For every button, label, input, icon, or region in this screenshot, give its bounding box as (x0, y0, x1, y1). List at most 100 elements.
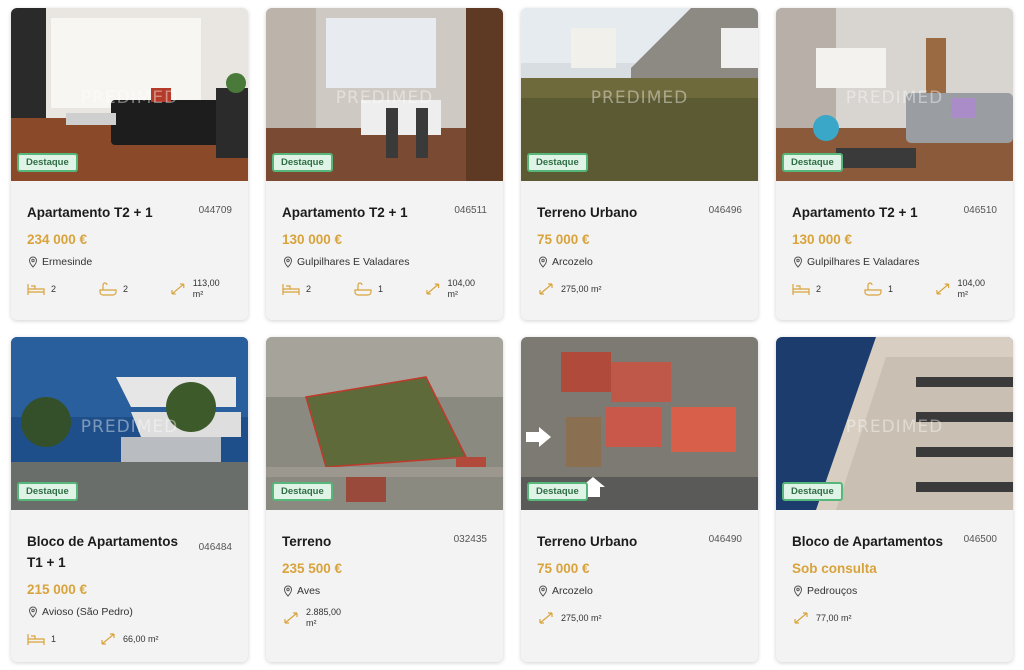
listing-card[interactable]: PREDIMED Destaque Apartamento T2 + 1 044… (11, 8, 248, 320)
watermark: PREDIMED (845, 416, 944, 437)
location-pin-icon (538, 585, 548, 597)
listing-price: 130 000 € (792, 232, 853, 247)
listing-title[interactable]: Apartamento T2 + 1 (792, 202, 918, 223)
baths-count: 1 (378, 283, 384, 294)
location-pin-icon (28, 256, 38, 268)
listing-photo[interactable]: PREDIMED Destaque (11, 337, 248, 510)
listing-ref: 046490 (708, 534, 742, 545)
featured-badge: Destaque (527, 481, 588, 501)
bathtub-icon (99, 282, 117, 296)
location-pin-icon (283, 585, 293, 597)
bed-icon (27, 634, 45, 645)
featured-badge: Destaque (17, 152, 78, 172)
area-arrows-icon (539, 612, 553, 624)
listing-card[interactable]: PREDIMED Destaque Bloco de Apartamentos … (11, 337, 248, 662)
beds-count: 1 (51, 633, 57, 644)
beds-count: 2 (51, 283, 57, 294)
listing-price: 130 000 € (282, 232, 343, 247)
listing-ref: 046484 (198, 542, 232, 553)
listing-photo[interactable]: PREDIMED Destaque (266, 8, 503, 181)
bed-icon (282, 284, 300, 295)
featured-badge: Destaque (782, 152, 843, 172)
listing-price: Sob consulta (792, 561, 877, 576)
listing-price: 234 000 € (27, 232, 88, 247)
listing-location: Aves (297, 585, 321, 597)
area-arrows-icon (101, 633, 115, 645)
area-arrows-icon (794, 612, 808, 624)
watermark: PREDIMED (80, 416, 179, 437)
location-pin-icon (793, 585, 803, 597)
featured-badge: Destaque (527, 152, 588, 172)
area-value: 66,00 m² (123, 633, 159, 644)
listing-title[interactable]: Bloco de Apartamentos T1 + 1 (27, 531, 197, 573)
watermark: PREDIMED (590, 87, 689, 108)
beds-count: 2 (816, 283, 822, 294)
listing-ref: 032435 (453, 534, 487, 545)
watermark: PREDIMED (845, 87, 944, 108)
listing-card[interactable]: Destaque Terreno 032435 235 500 € Aves 2… (266, 337, 503, 662)
listing-photo[interactable]: Destaque (521, 337, 758, 510)
featured-badge: Destaque (272, 481, 333, 501)
listing-photo[interactable]: PREDIMED Destaque (521, 8, 758, 181)
area-value: 104,00 m² (957, 278, 986, 299)
listing-card[interactable]: Destaque Terreno Urbano 046490 75 000 € … (521, 337, 758, 662)
listing-photo[interactable]: PREDIMED Destaque (11, 8, 248, 181)
listing-location: Gulpilhares E Valadares (807, 256, 920, 268)
area-value: 77,00 m² (816, 612, 852, 623)
listing-title[interactable]: Terreno (282, 531, 331, 552)
listing-ref: 046510 (963, 205, 997, 216)
area-value: 2.885,00 m² (306, 607, 342, 628)
listing-title[interactable]: Apartamento T2 + 1 (282, 202, 408, 223)
location-pin-icon (283, 256, 293, 268)
listing-location: Ermesinde (42, 256, 93, 268)
location-pin-icon (538, 256, 548, 268)
beds-count: 2 (306, 283, 312, 294)
area-arrows-icon (426, 283, 440, 295)
area-arrows-icon (936, 283, 950, 295)
bathtub-icon (864, 282, 882, 296)
featured-badge: Destaque (272, 152, 333, 172)
area-value: 113,00 m² (192, 278, 220, 299)
featured-badge: Destaque (17, 481, 78, 501)
listing-title[interactable]: Bloco de Apartamentos (792, 531, 943, 552)
bed-icon (792, 284, 810, 295)
area-value: 104,00 m² (447, 278, 476, 299)
baths-count: 2 (123, 283, 129, 294)
listing-ref: 046496 (708, 205, 742, 216)
listing-card[interactable]: PREDIMED Destaque Apartamento T2 + 1 046… (776, 8, 1013, 320)
listing-card[interactable]: PREDIMED Destaque Apartamento T2 + 1 046… (266, 8, 503, 320)
listing-title[interactable]: Apartamento T2 + 1 (27, 202, 153, 223)
featured-badge: Destaque (782, 481, 843, 501)
listing-title[interactable]: Terreno Urbano (537, 202, 637, 223)
area-value: 275,00 m² (561, 283, 602, 294)
location-pin-icon (28, 606, 38, 618)
watermark: PREDIMED (335, 87, 434, 108)
listing-photo[interactable]: Destaque (266, 337, 503, 510)
baths-count: 1 (888, 283, 894, 294)
listing-card[interactable]: PREDIMED Destaque Terreno Urbano 046496 … (521, 8, 758, 320)
area-arrows-icon (539, 283, 553, 295)
area-arrows-icon (284, 612, 298, 624)
area-arrows-icon (171, 283, 185, 295)
listing-price: 235 500 € (282, 561, 343, 576)
listing-photo[interactable]: PREDIMED Destaque (776, 337, 1013, 510)
listing-price: 75 000 € (537, 561, 590, 576)
listing-location: Arcozelo (552, 585, 593, 597)
listing-location: Arcozelo (552, 256, 593, 268)
listing-ref: 044709 (198, 205, 232, 216)
area-value: 275,00 m² (561, 612, 602, 623)
listing-ref: 046511 (454, 205, 487, 216)
listing-price: 75 000 € (537, 232, 590, 247)
bed-icon (27, 284, 45, 295)
watermark: PREDIMED (80, 87, 179, 108)
bathtub-icon (354, 282, 372, 296)
listing-location: Avioso (São Pedro) (42, 606, 133, 618)
listing-photo[interactable]: PREDIMED Destaque (776, 8, 1013, 181)
listing-price: 215 000 € (27, 582, 88, 597)
listing-title[interactable]: Terreno Urbano (537, 531, 637, 552)
listing-location: Gulpilhares E Valadares (297, 256, 410, 268)
location-pin-icon (793, 256, 803, 268)
listing-card[interactable]: PREDIMED Destaque Bloco de Apartamentos … (776, 337, 1013, 662)
listing-ref: 046500 (963, 534, 997, 545)
listing-location: Pedrouços (807, 585, 858, 597)
